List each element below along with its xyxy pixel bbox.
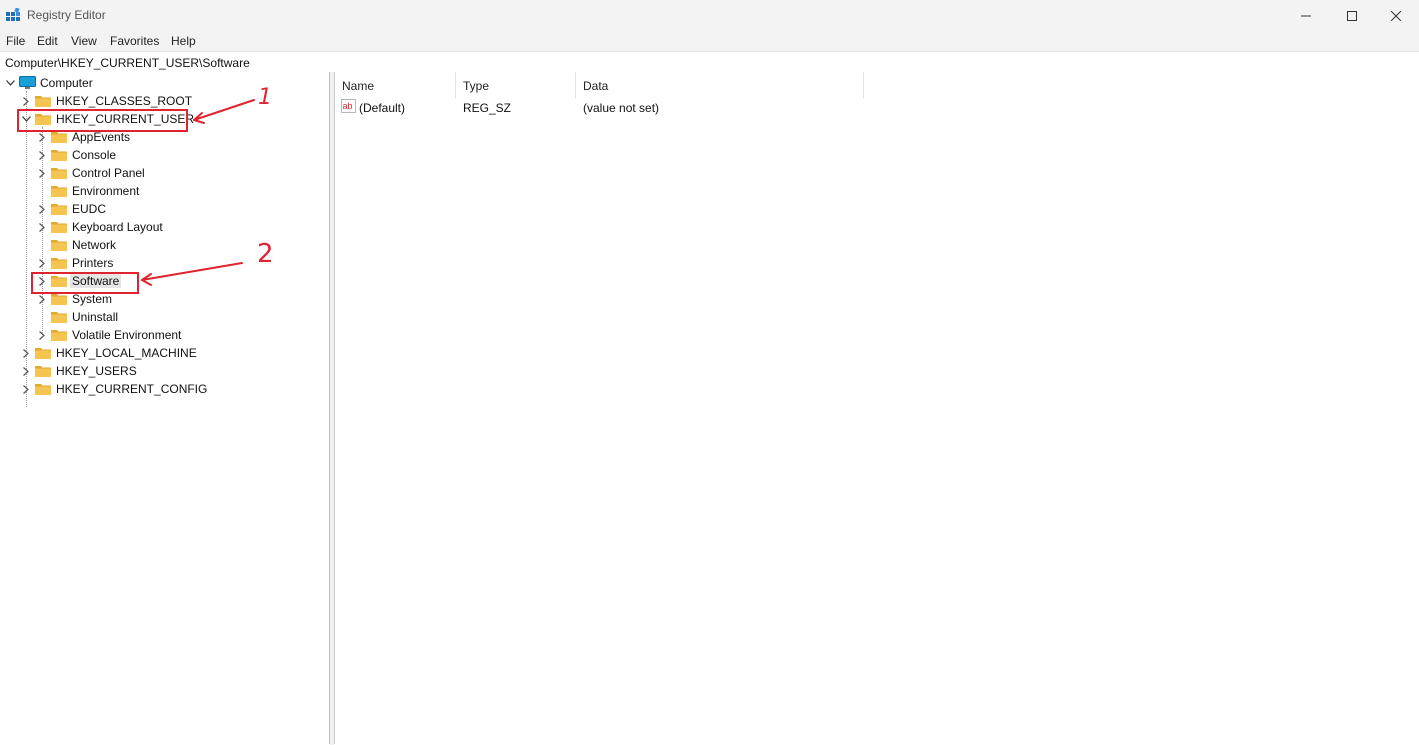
annotation-label-2: 2 <box>257 239 274 269</box>
annotation-arrow-2 <box>141 262 243 281</box>
annotation-overlay: 1 2 <box>141 85 274 286</box>
annotation-label-1: 1 <box>258 85 272 110</box>
annotation-arrow-1 <box>193 99 255 121</box>
